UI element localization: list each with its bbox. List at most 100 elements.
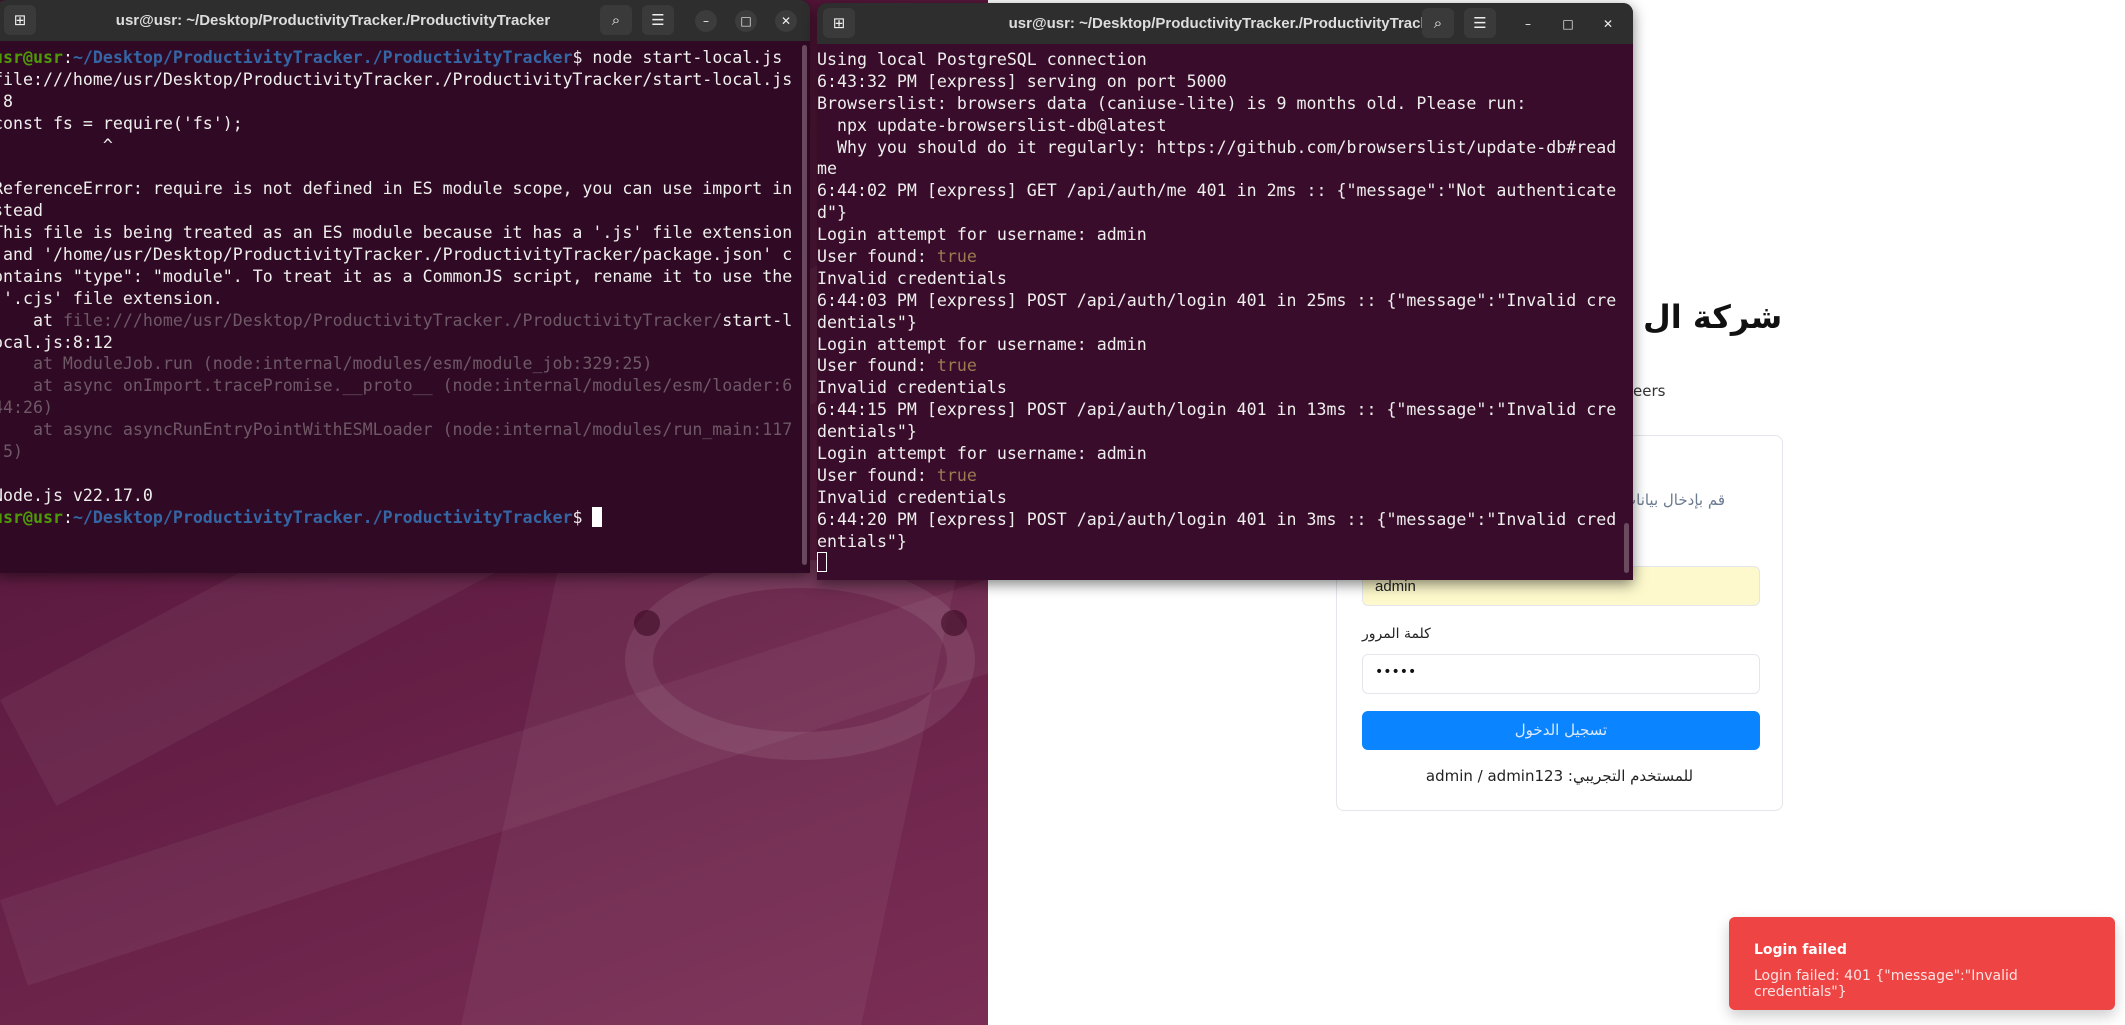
terminal-text: Invalid credentials	[817, 378, 1007, 398]
company-heading: شركة ال	[1643, 298, 1783, 336]
terminal-line: 6:44:15 PM [express] POST /api/auth/logi…	[817, 399, 1633, 421]
terminal-line: User found: true	[817, 465, 1633, 487]
terminal-line: dentials"}	[817, 421, 1633, 443]
terminal-title: usr@usr: ~/Desktop/ProductivityTracker./…	[1008, 15, 1443, 32]
terminal-line: usr@usr:~/Desktop/ProductivityTracker./P…	[0, 47, 810, 69]
menu-icon[interactable]: ☰	[642, 5, 674, 35]
terminal-title: usr@usr: ~/Desktop/ProductivityTracker./…	[115, 12, 551, 29]
terminal-window-left[interactable]: ⊞ usr@usr: ~/Desktop/ProductivityTracker…	[0, 0, 810, 573]
error-toast[interactable]: Login failed Login failed: 401 {"message…	[1729, 917, 2115, 1010]
terminal-text: Invalid credentials	[817, 268, 1007, 288]
terminal-cursor	[817, 552, 827, 573]
terminal-text: dentials"}	[817, 422, 917, 442]
login-submit-label: تسجيل الدخول	[1514, 721, 1608, 739]
terminal-line: 6:44:03 PM [express] POST /api/auth/logi…	[817, 290, 1633, 312]
terminal-text: :	[62, 48, 73, 67]
terminal-text: ocal.js:8:12	[0, 332, 113, 352]
terminal-line: file:///home/usr/Desktop/ProductivityTra…	[0, 69, 810, 91]
terminal-text: Node.js v22.17.0	[0, 485, 153, 505]
wallpaper-logo-ring	[625, 560, 975, 760]
terminal-text: ontains "type": "module". To treat it as…	[0, 266, 793, 286]
terminal-line: stead	[0, 200, 810, 222]
terminal-text: 6:43:32 PM [express] serving on port 500…	[817, 71, 1227, 91]
close-icon[interactable]: ✕	[1597, 13, 1619, 35]
terminal-line: me	[817, 158, 1633, 180]
terminal-text: This file is being treated as an ES modu…	[0, 223, 793, 243]
terminal-text: Login attempt for username: admin	[817, 444, 1147, 464]
password-input[interactable]: •••••	[1362, 654, 1760, 694]
terminal-text: npx update-browserslist-db@latest	[817, 115, 1167, 135]
terminal-line: :8	[0, 91, 810, 113]
terminal-text: ReferenceError: require is not defined i…	[0, 179, 793, 199]
terminal-line: Invalid credentials	[817, 268, 1633, 290]
terminal-text: at async onImport.tracePromise.__proto__…	[0, 376, 793, 396]
terminal-text: User found:	[817, 356, 937, 376]
terminal-titlebar[interactable]: ⊞ usr@usr: ~/Desktop/ProductivityTracker…	[817, 3, 1633, 44]
terminal-text: usr@usr	[0, 48, 63, 67]
terminal-text: at ModuleJob.run (node:internal/modules/…	[0, 354, 653, 374]
terminal-text: :	[62, 507, 73, 527]
terminal-text: stead	[0, 201, 43, 221]
terminal-line: const fs = require('fs');	[0, 113, 810, 135]
terminal-text: $ node start-local.js	[572, 48, 783, 67]
maximize-icon[interactable]: □	[1557, 13, 1579, 35]
terminal-line: usr@usr:~/Desktop/ProductivityTracker./P…	[0, 506, 810, 529]
new-tab-icon[interactable]: ⊞	[4, 5, 36, 35]
terminal-text: and '/home/usr/Desktop/ProductivityTrack…	[0, 245, 793, 265]
terminal-line: User found: true	[817, 246, 1633, 268]
terminal-text: Login attempt for username: admin	[817, 225, 1147, 245]
terminal-line: 6:44:20 PM [express] POST /api/auth/logi…	[817, 509, 1633, 531]
terminal-text: $	[572, 507, 593, 527]
scrollbar[interactable]	[1624, 523, 1629, 573]
scrollbar[interactable]	[802, 45, 807, 565]
new-tab-icon[interactable]: ⊞	[823, 8, 855, 38]
terminal-output[interactable]: usr@usr:~/Desktop/ProductivityTracker./P…	[0, 41, 810, 573]
terminal-text: ~/Desktop/ProductivityTracker./Productiv…	[72, 507, 573, 527]
toast-message: Login failed: 401 {"message":"Invalid cr…	[1754, 968, 2018, 1000]
terminal-line: '.cjs' file extension.	[0, 288, 810, 310]
terminal-window-right[interactable]: ⊞ usr@usr: ~/Desktop/ProductivityTracker…	[817, 3, 1633, 580]
search-icon[interactable]: ⌕	[1422, 8, 1454, 38]
terminal-text: d"}	[817, 203, 847, 223]
toast-title: Login failed	[1754, 942, 1847, 958]
maximize-icon[interactable]: □	[735, 10, 757, 32]
terminal-line: Why you should do it regularly: https://…	[817, 137, 1633, 159]
terminal-line: dentials"}	[817, 312, 1633, 334]
close-icon[interactable]: ✕	[775, 10, 797, 32]
terminal-line: Node.js v22.17.0	[0, 485, 810, 507]
password-label: كلمة المرور	[1362, 626, 1431, 642]
terminal-text: 6:44:20 PM [express] POST /api/auth/logi…	[817, 509, 1617, 529]
terminal-titlebar[interactable]: ⊞ usr@usr: ~/Desktop/ProductivityTracker…	[0, 0, 810, 41]
minimize-icon[interactable]: –	[1517, 13, 1539, 35]
terminal-line: d"}	[817, 202, 1633, 224]
wallpaper-dot	[941, 610, 967, 636]
terminal-line: ontains "type": "module". To treat it as…	[0, 266, 810, 288]
terminal-text: file:///home/usr/Desktop/ProductivityTra…	[0, 69, 793, 89]
terminal-line: ocal.js:8:12	[0, 332, 810, 354]
terminal-line: at file:///home/usr/Desktop/Productivity…	[0, 310, 810, 332]
login-submit-button[interactable]: تسجيل الدخول	[1362, 711, 1760, 750]
terminal-text: file:///home/usr/Desktop/ProductivityTra…	[62, 310, 723, 330]
password-value: •••••	[1375, 664, 1417, 680]
terminal-text: Using local PostgreSQL connection	[817, 50, 1147, 69]
menu-icon[interactable]: ☰	[1464, 8, 1496, 38]
minimize-icon[interactable]: –	[695, 10, 717, 32]
terminal-line	[817, 552, 1633, 574]
terminal-line: ^	[0, 135, 810, 157]
terminal-text: const fs = require('fs');	[0, 113, 243, 133]
terminal-output[interactable]: Using local PostgreSQL connection 6:43:32…	[817, 44, 1633, 580]
terminal-text: true	[936, 465, 977, 485]
terminal-line: 6:44:02 PM [express] GET /api/auth/me 40…	[817, 180, 1633, 202]
search-icon[interactable]: ⌕	[600, 5, 632, 35]
terminal-text: dentials"}	[817, 312, 917, 332]
terminal-text: Browserslist: browsers data (caniuse-lit…	[817, 93, 1527, 113]
terminal-line: at async asyncRunEntryPointWithESMLoader…	[0, 419, 810, 441]
terminal-line: Invalid credentials	[817, 487, 1633, 509]
terminal-line: at ModuleJob.run (node:internal/modules/…	[0, 353, 810, 375]
terminal-text: true	[936, 247, 977, 267]
demo-credentials-hint: للمستخدم التجريبي: admin / admin123	[1425, 767, 1694, 785]
terminal-text: true	[936, 356, 977, 376]
terminal-line: User found: true	[817, 355, 1633, 377]
